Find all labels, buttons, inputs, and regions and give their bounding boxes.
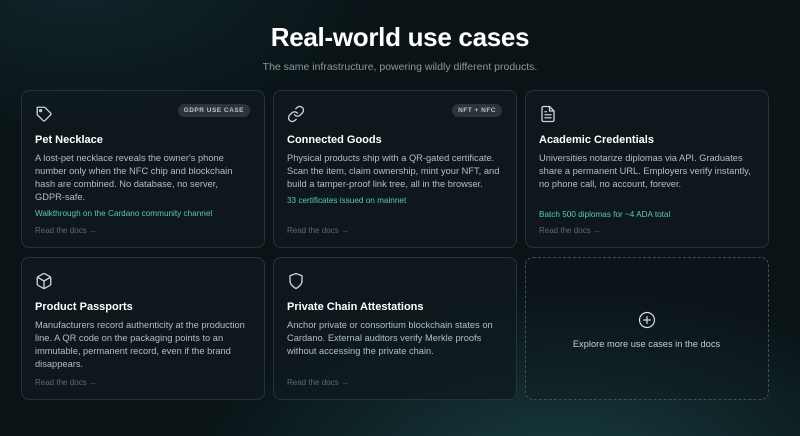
read-docs-link[interactable]: Read the docs →	[287, 226, 349, 235]
document-icon	[539, 105, 557, 123]
status-badge: NFT + NFC	[452, 104, 502, 117]
card-description: A lost-pet necklace reveals the owner's …	[35, 153, 233, 202]
card-private-chain-attestations[interactable]: Private Chain Attestations Anchor privat…	[273, 257, 517, 400]
read-docs-link[interactable]: Read the docs →	[287, 378, 349, 387]
use-case-grid: GDPR USE CASE Pet Necklace A lost-pet ne…	[21, 90, 770, 400]
card-title: Pet Necklace	[35, 134, 103, 146]
card-description: Universities notarize diplomas via API. …	[539, 153, 751, 189]
card-connected-goods[interactable]: NFT + NFC Connected Goods Physical produ…	[273, 90, 517, 248]
read-docs-link[interactable]: Read the docs →	[539, 226, 601, 235]
card-product-passports[interactable]: Product Passports Manufacturers record a…	[21, 257, 265, 400]
page-title: Real-world use cases	[270, 22, 530, 52]
page-subtitle: The same infrastructure, powering wildly…	[262, 61, 538, 73]
card-pet-necklace[interactable]: GDPR USE CASE Pet Necklace A lost-pet ne…	[21, 90, 265, 248]
status-badge: GDPR USE CASE	[177, 104, 250, 117]
card-description: Anchor private or consortium blockchain …	[287, 320, 493, 356]
read-docs-link[interactable]: Read the docs →	[35, 378, 97, 387]
card-highlight: 33 certificates issued on mainnet	[287, 196, 407, 205]
tag-icon	[35, 105, 53, 123]
box-icon	[35, 272, 53, 290]
explore-more-card[interactable]: Explore more use cases in the docs	[525, 257, 769, 400]
card-description: Manufacturers record authenticity at the…	[35, 320, 245, 369]
card-academic-credentials[interactable]: Academic Credentials Universities notari…	[525, 90, 769, 248]
card-title: Product Passports	[35, 301, 133, 313]
card-title: Private Chain Attestations	[287, 301, 424, 313]
card-description: Physical products ship with a QR-gated c…	[287, 153, 500, 189]
card-highlight: Batch 500 diplomas for ~4 ADA total	[539, 210, 671, 219]
read-docs-link[interactable]: Read the docs →	[35, 226, 97, 235]
card-title: Academic Credentials	[539, 134, 654, 146]
explore-more-label: Explore more use cases in the docs	[572, 338, 721, 349]
shield-icon	[287, 272, 305, 290]
card-title: Connected Goods	[287, 134, 382, 146]
plus-circle-icon	[638, 311, 656, 329]
link-icon	[287, 105, 305, 123]
section-header: Real-world use cases The same infrastruc…	[0, 22, 800, 73]
card-highlight-link[interactable]: Walkthrough on the Cardano community cha…	[35, 209, 250, 218]
